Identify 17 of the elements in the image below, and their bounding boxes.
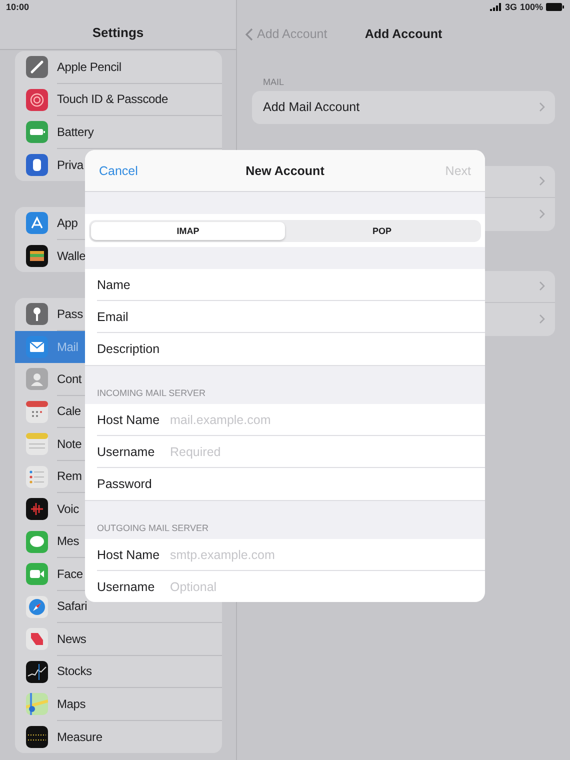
section-header: MAIL	[263, 77, 284, 87]
section-header: OUTGOING MAIL SERVER	[97, 523, 209, 533]
page-title: Add Account	[364, 27, 442, 41]
field-label: Host Name	[97, 412, 161, 426]
field-label: Password	[97, 477, 153, 491]
dialog-title: New Account	[246, 164, 324, 178]
field-label: Name	[97, 278, 132, 292]
status-time: 10:00	[6, 2, 30, 12]
field-label: Username	[97, 580, 156, 594]
sidebar-title: Settings	[92, 25, 144, 40]
section-header: INCOMING MAIL SERVER	[97, 388, 206, 398]
field-label: Description	[97, 342, 161, 356]
network-label: 3G	[504, 2, 517, 12]
battery-percent: 100%	[520, 2, 543, 12]
field-label: Host Name	[97, 548, 161, 562]
field-label: Email	[97, 310, 130, 324]
field-label: Username	[97, 444, 156, 458]
